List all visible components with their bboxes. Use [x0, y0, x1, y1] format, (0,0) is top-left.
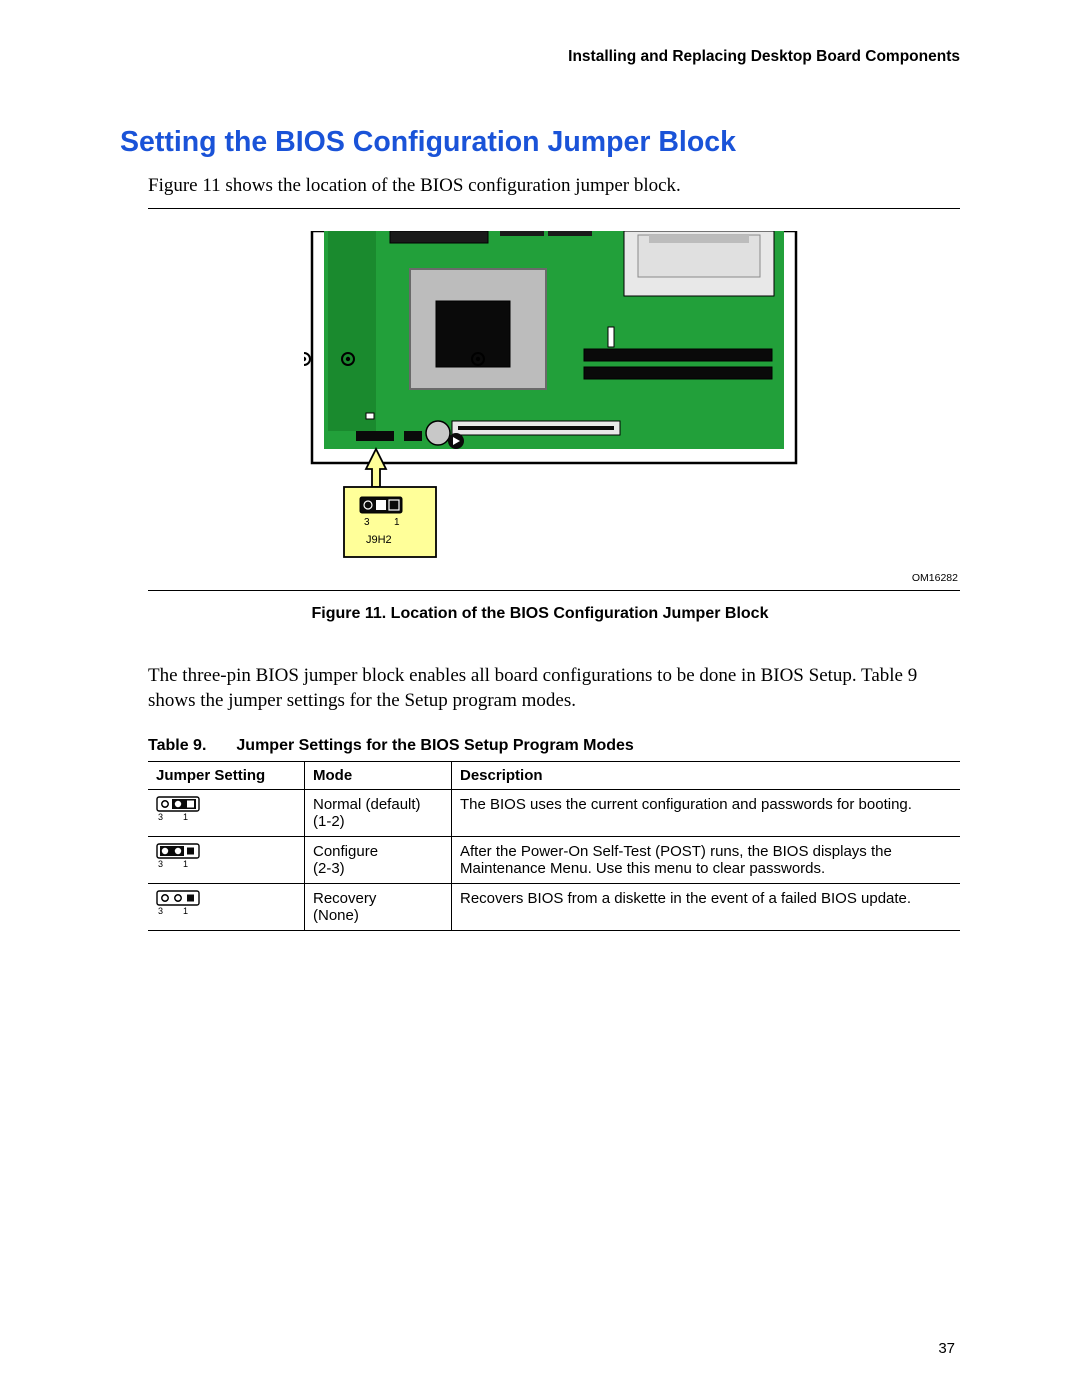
- table-caption: Table 9. Jumper Settings for the BIOS Set…: [120, 737, 960, 755]
- pin-numbers: 31: [156, 906, 296, 916]
- table-caption-title: Jumper Settings for the BIOS Setup Progr…: [236, 737, 633, 754]
- table-row: 31 Configure(2-3)After the Power-On Self-…: [148, 837, 960, 884]
- th-description: Description: [452, 762, 961, 790]
- table-header-row: Jumper Setting Mode Description: [148, 762, 960, 790]
- figure-caption: Figure 11. Location of the BIOS Configur…: [120, 605, 960, 623]
- cell-mode: Normal (default)(1-2): [305, 790, 452, 837]
- running-header: Installing and Replacing Desktop Board C…: [120, 48, 960, 66]
- th-mode: Mode: [305, 762, 452, 790]
- jumper-settings-table: Jumper Setting Mode Description 31 Normal…: [148, 761, 960, 931]
- cell-jumper-setting: 31: [148, 884, 305, 931]
- th-jumper-setting: Jumper Setting: [148, 762, 305, 790]
- figure-11: 3 1 J9H2 OM16282: [148, 231, 960, 584]
- cell-mode: Configure(2-3): [305, 837, 452, 884]
- cell-description: Recovers BIOS from a diskette in the eve…: [452, 884, 961, 931]
- cell-description: After the Power-On Self-Test (POST) runs…: [452, 837, 961, 884]
- table-row: 31 Recovery(None)Recovers BIOS from a dis…: [148, 884, 960, 931]
- cell-description: The BIOS uses the current configuration …: [452, 790, 961, 837]
- callout-pin3: 3: [364, 517, 370, 528]
- figure-id: OM16282: [148, 572, 958, 584]
- document-page: Installing and Replacing Desktop Board C…: [0, 0, 1080, 1397]
- pin-numbers: 31: [156, 812, 296, 822]
- cell-jumper-setting: 31: [148, 837, 305, 884]
- table-caption-prefix: Table 9.: [148, 737, 206, 754]
- cell-mode: Recovery(None): [305, 884, 452, 931]
- post-figure-paragraph: The three-pin BIOS jumper block enables …: [148, 663, 960, 713]
- table-row: 31 Normal (default)(1-2)The BIOS uses the…: [148, 790, 960, 837]
- cell-jumper-setting: 31: [148, 790, 305, 837]
- pin-numbers: 31: [156, 859, 296, 869]
- callout-pin1: 1: [394, 517, 400, 528]
- intro-paragraph: Figure 11 shows the location of the BIOS…: [148, 173, 960, 198]
- rule-below-figure: [148, 590, 960, 591]
- callout-label: J9H2: [366, 534, 392, 546]
- page-number: 37: [938, 1340, 955, 1357]
- section-heading: Setting the BIOS Configuration Jumper Bl…: [120, 126, 960, 159]
- rule-above-figure: [148, 208, 960, 209]
- motherboard-diagram: 3 1 J9H2: [304, 231, 804, 571]
